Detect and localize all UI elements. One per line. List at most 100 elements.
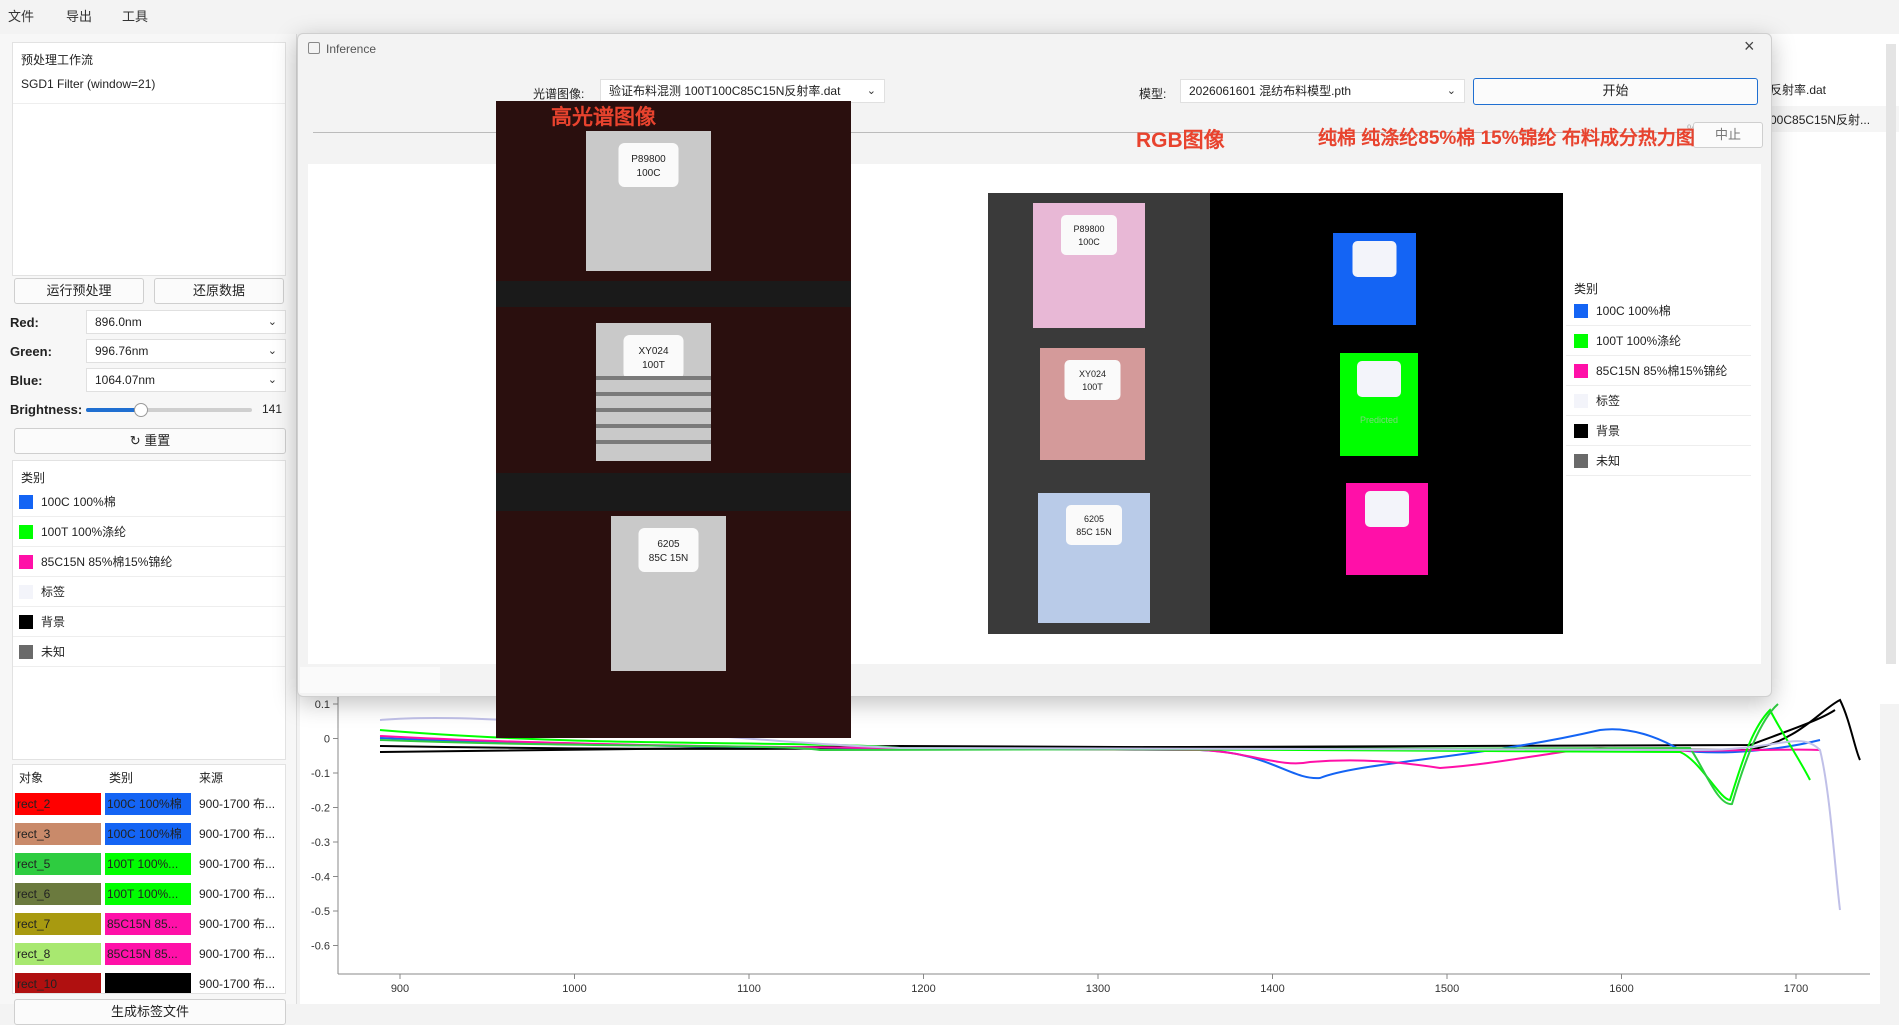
table-row[interactable]: rect_10 900-1700 布... <box>13 971 285 993</box>
close-icon[interactable]: × <box>1744 36 1755 57</box>
y-tick-label: -0.2 <box>311 803 330 815</box>
fabric-tag <box>638 528 699 572</box>
menu-export[interactable]: 导出 <box>66 6 92 25</box>
table-row[interactable]: rect_7 85C15N 85... 900-1700 布... <box>13 911 285 937</box>
red-value: 896.0nm <box>95 315 142 329</box>
tag-text: P89800 <box>1073 224 1104 234</box>
color-swatch <box>19 524 33 539</box>
legend-item[interactable]: 标签 <box>13 577 285 607</box>
status-area <box>300 667 440 693</box>
table-row[interactable]: rect_8 85C15N 85... 900-1700 布... <box>13 941 285 967</box>
x-tick-label: 1100 <box>737 983 761 995</box>
legend-item[interactable]: 100C 100%棉 <box>13 487 285 517</box>
brightness-slider-handle[interactable] <box>133 403 148 417</box>
menu-tools[interactable]: 工具 <box>122 6 148 25</box>
fabric-tag <box>623 335 684 379</box>
stop-button[interactable]: 中止 <box>1693 122 1763 148</box>
object-cell: rect_5 <box>15 853 101 875</box>
legend-list: 100C 100%棉 100T 100%涤纶 85C15N 85%棉15%锦纶 标签背… <box>1566 296 1751 476</box>
hsi-band <box>496 281 851 307</box>
class-list: 100C 100%棉 100T 100%涤纶 85C15N 85%棉15%锦纶 标签背… <box>13 487 285 667</box>
model-value: 2026061601 混纺布料模型.pth <box>1189 84 1352 98</box>
legend-label: 背景 <box>1596 424 1621 438</box>
source-cell: 900-1700 布... <box>199 827 276 841</box>
red-label: Red: <box>10 315 39 330</box>
divider <box>13 103 285 104</box>
source-cell: 900-1700 布... <box>199 797 276 811</box>
plaid-stripe <box>596 392 711 396</box>
chevron-down-icon: ⌄ <box>866 85 876 97</box>
brightness-slider[interactable] <box>86 403 252 417</box>
brightness-slider-fill <box>86 408 141 412</box>
legend-item[interactable]: 100T 100%涤纶 <box>13 517 285 547</box>
blue-label: Blue: <box>10 373 43 388</box>
source-cell: 900-1700 布... <box>199 857 276 871</box>
spectral-image-select[interactable]: 验证布料混测 100T100C85C15N反射率.dat ⌄ <box>600 79 885 103</box>
blue-value: 1064.07nm <box>95 373 156 387</box>
tag-text: 100C <box>637 168 661 179</box>
legend-item[interactable]: 85C15N 85%棉15%锦纶 <box>1566 356 1751 386</box>
legend-item[interactable]: 背景 <box>1566 416 1751 446</box>
source-cell: 900-1700 布... <box>199 977 276 991</box>
scrollbar[interactable] <box>1886 44 1896 664</box>
table-row[interactable]: rect_5 100T 100%... 900-1700 布... <box>13 851 285 877</box>
plaid-stripe <box>596 440 711 444</box>
heatmap-tag-region <box>1365 491 1409 527</box>
reset-button[interactable]: ↻ 重置 <box>14 428 286 454</box>
legend-item[interactable]: 85C15N 85%棉15%锦纶 <box>13 547 285 577</box>
legend-item[interactable]: 未知 <box>1566 446 1751 476</box>
legend-label: 100C 100%棉 <box>41 495 116 509</box>
menu-file[interactable]: 文件 <box>8 6 34 25</box>
model-select[interactable]: 2026061601 混纺布料模型.pth ⌄ <box>1180 79 1465 103</box>
restore-data-button[interactable]: 还原数据 <box>154 278 284 304</box>
green-select[interactable]: 996.76nm ⌄ <box>86 339 286 363</box>
red-select[interactable]: 896.0nm ⌄ <box>86 310 286 334</box>
file-item-selected[interactable]: 00C85C15N反射... <box>1766 106 1899 132</box>
legend-label: 85C15N 85%棉15%锦纶 <box>1596 364 1728 378</box>
start-button[interactable]: 开始 <box>1473 78 1758 105</box>
brightness-value: 141 <box>262 402 283 416</box>
color-swatch <box>1574 363 1588 378</box>
table-row[interactable]: rect_2 100C 100%棉 900-1700 布... <box>13 791 285 817</box>
table-row[interactable]: rect_6 100T 100%... 900-1700 布... <box>13 881 285 907</box>
workflow-item[interactable]: SGD1 Filter (window=21) <box>21 77 155 91</box>
color-swatch <box>1574 333 1588 348</box>
legend-label: 100C 100%棉 <box>1596 304 1671 318</box>
refresh-icon: ↻ <box>129 433 141 448</box>
rgb-image-caption: RGB图像 <box>1136 129 1225 152</box>
fabric-tag <box>618 143 679 187</box>
table-row[interactable]: rect_3 100C 100%棉 900-1700 布... <box>13 821 285 847</box>
reset-label: 重置 <box>144 433 171 448</box>
hyperspectral-image: P89800 100C XY024 100T 6205 85C 15N <box>496 101 851 738</box>
chevron-down-icon: ⌄ <box>267 316 277 328</box>
color-swatch <box>19 494 33 509</box>
color-swatch <box>19 644 33 659</box>
run-preprocess-button[interactable]: 运行预处理 <box>14 278 144 304</box>
generate-label-file-button[interactable]: 生成标签文件 <box>14 999 286 1025</box>
tag-text: 100T <box>642 360 665 371</box>
object-cell: rect_8 <box>15 943 101 965</box>
legend-item[interactable]: 未知 <box>13 637 285 667</box>
heatmap-tag-region <box>1357 361 1401 397</box>
color-swatch <box>1574 303 1588 318</box>
y-tick-label: -0.1 <box>311 768 330 780</box>
dialog-title: Inference <box>326 42 377 56</box>
class-cell: 100C 100%棉 <box>105 793 191 815</box>
legend-item[interactable]: 背景 <box>13 607 285 637</box>
class-legend-box: 类别 100C 100%棉 100T 100%涤纶 85C15N 85%棉15%锦纶… <box>12 460 286 760</box>
legend-item[interactable]: 标签 <box>1566 386 1751 416</box>
menu-bar: 文件 导出 工具 <box>0 0 1899 28</box>
class-cell: 85C15N 85... <box>105 913 191 935</box>
file-item[interactable]: 反射率.dat <box>1770 81 1826 98</box>
blue-select[interactable]: 1064.07nm ⌄ <box>86 368 286 392</box>
tag-text: 85C 15N <box>649 553 688 564</box>
window-icon <box>308 42 320 54</box>
tag-text: XY024 <box>1079 369 1106 379</box>
chevron-down-icon: ⌄ <box>1446 85 1456 97</box>
legend-item[interactable]: 100T 100%涤纶 <box>1566 326 1751 356</box>
plaid-stripe <box>596 376 711 380</box>
legend-item[interactable]: 100C 100%棉 <box>1566 296 1751 326</box>
y-tick-label: 0.1 <box>315 699 330 711</box>
legend-label: 标签 <box>1596 394 1621 408</box>
legend-label: 未知 <box>41 645 66 659</box>
